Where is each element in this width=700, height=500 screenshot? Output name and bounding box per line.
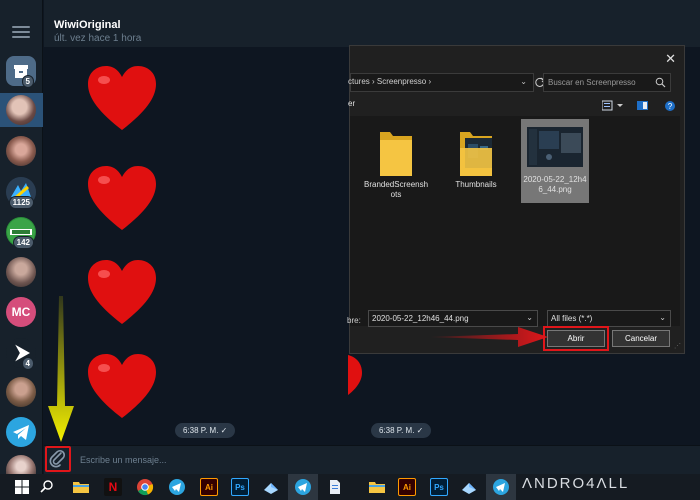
telegram-icon[interactable] — [294, 478, 312, 496]
avatar-group[interactable]: 142 — [6, 217, 36, 249]
message-input[interactable]: Escribe un mensaje... — [80, 455, 167, 465]
photoshop-icon[interactable]: Ps — [430, 478, 448, 496]
image-thumbnail-icon — [527, 127, 583, 167]
resize-grip-icon[interactable]: ⋰ — [674, 342, 681, 350]
telegram-icon[interactable] — [492, 478, 510, 496]
help-icon: ? — [665, 101, 675, 111]
search-icon[interactable] — [38, 478, 56, 496]
message-time: 6:38 P. M. ✓ — [175, 423, 236, 438]
file-name: 2020-05-22_12h4 6_44.png — [523, 175, 587, 194]
avatar[interactable] — [6, 455, 36, 474]
avatar-wiwioriginal[interactable] — [6, 95, 36, 125]
netflix-icon[interactable]: N — [104, 478, 122, 496]
unread-badge: 142 — [12, 236, 34, 249]
svg-text:?: ? — [668, 102, 673, 111]
organize-menu[interactable]: er — [348, 99, 355, 108]
unread-badge: 5 — [21, 75, 34, 88]
folder-name: BrandedScreensh ots — [364, 180, 429, 199]
avatar[interactable] — [6, 377, 36, 407]
avatar-initials[interactable]: MC — [6, 297, 36, 327]
close-icon[interactable]: ✕ — [665, 51, 676, 67]
folder-item[interactable]: Thumbnails — [444, 124, 508, 189]
hamburger-menu-icon[interactable] — [12, 26, 30, 38]
heart-emoji — [88, 166, 156, 230]
windows-start-icon[interactable] — [13, 478, 31, 496]
file-explorer-icon[interactable] — [72, 478, 90, 496]
app-icon[interactable] — [262, 478, 280, 496]
open-button[interactable]: Abrir — [543, 326, 609, 351]
file-item-selected[interactable]: 2020-05-22_12h4 6_44.png — [521, 119, 589, 203]
open-file-dialog: ✕ ctures › Screenpresso › ⌄ Buscar en Sc… — [347, 45, 685, 354]
chat-header[interactable]: WiwiOriginal últ. vez hace 1 hora — [44, 0, 700, 47]
chat-list-sidebar: 5 1125 142 MC 4 — [0, 0, 43, 474]
cancel-button[interactable]: Cancelar — [612, 330, 670, 347]
heart-emoji — [88, 66, 156, 130]
avatar[interactable] — [6, 136, 36, 166]
telegram-icon[interactable] — [6, 417, 36, 447]
preview-pane-icon — [637, 101, 648, 110]
chat-last-seen: últ. vez hace 1 hora — [54, 33, 142, 44]
message-time: 6:38 P. M. ✓ — [371, 423, 432, 438]
view-mode-icon — [601, 100, 613, 111]
red-pointer-arrow — [430, 327, 548, 347]
chevron-down-icon: ⌄ — [659, 313, 666, 322]
illustrator-icon[interactable]: Ai — [200, 478, 218, 496]
yellow-pointer-arrow — [48, 296, 74, 442]
avatar-bot[interactable]: 4 — [6, 338, 36, 370]
folder-item[interactable]: BrandedScreensh ots — [364, 124, 428, 200]
avatar[interactable] — [6, 257, 36, 287]
search-input[interactable]: Buscar en Screenpresso — [543, 73, 671, 92]
app-icon[interactable] — [460, 478, 478, 496]
paperclip-icon — [49, 449, 66, 468]
unread-badge: 1125 — [8, 196, 34, 209]
attach-file-button[interactable] — [45, 446, 71, 472]
heart-emoji-partial — [348, 355, 362, 395]
file-explorer-icon[interactable] — [368, 478, 386, 496]
view-options: ? — [601, 99, 682, 111]
folder-name: Thumbnails — [455, 180, 497, 189]
heart-emoji — [88, 260, 156, 324]
chat-title: WiwiOriginal — [54, 19, 121, 31]
avatar-channel[interactable]: 1125 — [6, 177, 36, 209]
chrome-icon[interactable] — [136, 478, 154, 496]
heart-emoji — [88, 354, 156, 418]
filetype-select[interactable]: All files (*.*) ⌄ — [547, 310, 671, 327]
android4all-watermark: ΛNDRO4ΛLL — [522, 475, 630, 492]
unread-badge: 4 — [21, 357, 34, 370]
telegram-icon[interactable] — [168, 478, 186, 496]
file-list: BrandedScreensh ots Thumbnails 2020-05-2… — [350, 116, 680, 326]
archive-icon[interactable]: 5 — [6, 56, 36, 88]
search-icon — [655, 77, 666, 88]
document-icon[interactable] — [326, 478, 344, 496]
address-bar[interactable]: ctures › Screenpresso › ⌄ — [348, 73, 534, 92]
chevron-down-icon[interactable]: ⌄ — [520, 77, 527, 86]
filename-label: bre: — [347, 316, 361, 325]
chevron-down-icon[interactable]: ⌄ — [526, 313, 533, 322]
illustrator-icon[interactable]: Ai — [398, 478, 416, 496]
filename-input[interactable]: 2020-05-22_12h46_44.png ⌄ — [368, 310, 538, 327]
breadcrumb[interactable]: ctures › Screenpresso › — [348, 77, 431, 86]
photoshop-icon[interactable]: Ps — [231, 478, 249, 496]
folder-icon — [380, 132, 412, 176]
folder-icon — [460, 132, 492, 176]
